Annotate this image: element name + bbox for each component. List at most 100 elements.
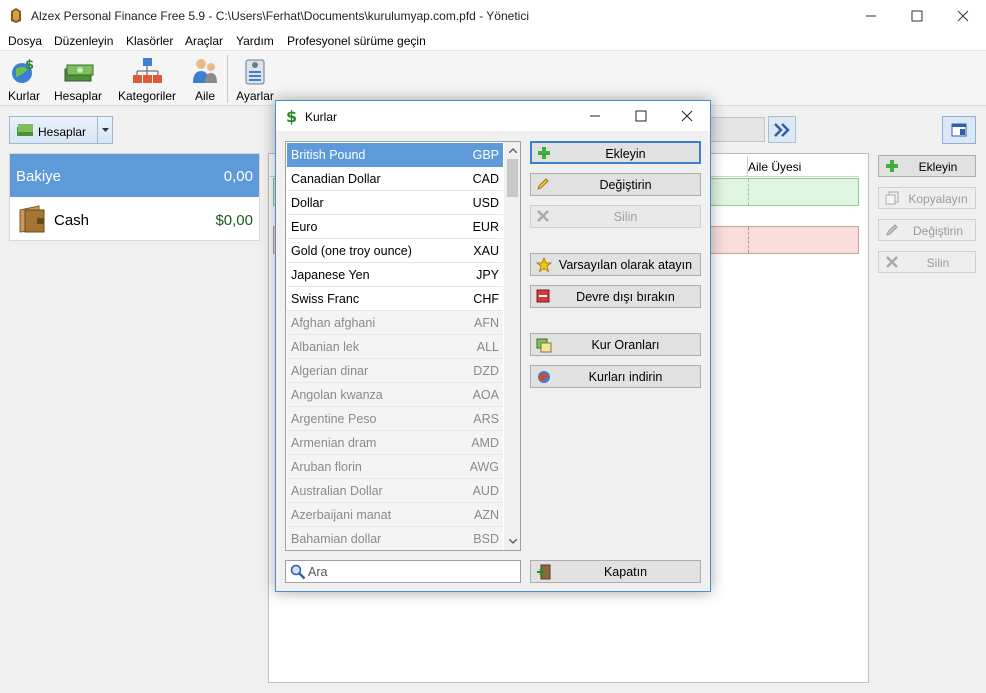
currency-list-item[interactable]: Dollar USD <box>287 191 503 215</box>
scroll-up-button[interactable] <box>504 142 520 159</box>
add-currency-label: Ekleyin <box>605 147 646 161</box>
currency-list-item[interactable]: Azerbaijani manat AZN <box>287 503 503 527</box>
dollar-icon: $ <box>286 107 297 125</box>
money-stack-icon <box>64 64 94 82</box>
currency-list-item[interactable]: Bahamian dollar BSD <box>287 527 503 550</box>
exchange-rates-button[interactable]: Kur Oranları <box>530 333 701 356</box>
currency-code: CHF <box>473 292 499 306</box>
disable-currency-button[interactable]: Devre dışı bırakın <box>530 285 701 308</box>
menu-edit[interactable]: Düzenleyin <box>54 34 113 48</box>
currency-name: Australian Dollar <box>291 484 383 498</box>
panel-layout-button[interactable] <box>942 116 976 144</box>
balance-row[interactable]: Bakiye 0,00 <box>10 154 259 197</box>
toolbar-currencies-button[interactable]: $ Kurlar <box>4 53 44 105</box>
maximize-icon <box>635 110 647 122</box>
maximize-button[interactable] <box>894 0 940 31</box>
menu-folders[interactable]: Klasörler <box>126 34 173 48</box>
toolbar-accounts-button[interactable]: Hesaplar <box>50 53 106 105</box>
currency-list-scrollbar[interactable] <box>504 142 520 550</box>
currency-code: EUR <box>472 220 499 234</box>
currency-name: Swiss Franc <box>291 292 360 306</box>
add-transaction-label: Ekleyin <box>918 160 958 174</box>
currency-code: ALL <box>476 340 499 354</box>
currency-search-input[interactable] <box>308 563 513 580</box>
menu-bar: Dosya Düzenleyin Klasörler Araçlar Yardı… <box>0 31 986 51</box>
balance-label: Bakiye <box>16 168 62 185</box>
delete-icon <box>886 256 898 268</box>
download-rates-button[interactable]: Kurları indirin <box>530 365 701 388</box>
currency-list-item[interactable]: Australian Dollar AUD <box>287 479 503 503</box>
settings-icon <box>245 59 265 85</box>
accounts-combo-dropdown[interactable] <box>97 117 113 143</box>
minimize-button[interactable] <box>848 0 894 31</box>
toolbar-settings-label: Ayarlar <box>236 89 274 103</box>
menu-file[interactable]: Dosya <box>8 34 42 48</box>
family-member-column-header[interactable]: Aile Üyesi <box>748 160 801 174</box>
toolbar-family-label: Aile <box>194 89 215 103</box>
currency-list-item[interactable]: Gold (one troy ounce) XAU <box>287 239 503 263</box>
currency-list-item[interactable]: Albanian lek ALL <box>287 335 503 359</box>
toolbar-categories-label: Kategoriler <box>117 89 177 103</box>
close-dialog-button[interactable]: Kapatın <box>530 560 701 583</box>
delete-transaction-button[interactable]: Silin <box>878 251 976 273</box>
copy-transaction-button[interactable]: Kopyalayın <box>878 187 976 209</box>
currency-list-item[interactable]: Aruban florin AWG <box>287 455 503 479</box>
currency-list-item[interactable]: Armenian dram AMD <box>287 431 503 455</box>
delete-currency-button[interactable]: Silin <box>530 205 701 228</box>
currency-list-item[interactable]: Angolan kwanza AOA <box>287 383 503 407</box>
dialog-close-button[interactable] <box>664 101 710 131</box>
account-row-cash[interactable]: Cash $0,00 <box>10 197 259 241</box>
currency-list-item[interactable]: British Pound GBP <box>287 143 503 167</box>
currency-list[interactable]: British Pound GBP Canadian Dollar CAD Dollar… <box>285 141 521 551</box>
window-title: Alzex Personal Finance Free 5.9 - C:\Use… <box>31 9 529 23</box>
add-currency-button[interactable]: Ekleyin <box>530 141 701 164</box>
add-transaction-button[interactable]: Ekleyin <box>878 155 976 177</box>
currency-name: British Pound <box>291 148 366 162</box>
currency-list-item[interactable]: Swiss Franc CHF <box>287 287 503 311</box>
currencies-dialog: $ Kurlar British Pound GBP Canadian Dollar… <box>275 100 711 592</box>
download-rates-label: Kurları indirin <box>588 370 663 384</box>
menu-help[interactable]: Yardım <box>236 34 274 48</box>
currency-code: AUD <box>472 484 499 498</box>
edit-currency-button[interactable]: Değiştirin <box>530 173 701 196</box>
currency-list-item[interactable]: Canadian Dollar CAD <box>287 167 503 191</box>
currency-name: Gold (one troy ounce) <box>291 244 412 258</box>
next-period-button[interactable] <box>768 116 796 143</box>
disable-currency-label: Devre dışı bırakın <box>576 290 675 304</box>
set-default-currency-button[interactable]: Varsayılan olarak atayın <box>530 253 701 276</box>
window-layout-icon <box>951 123 967 137</box>
dialog-minimize-button[interactable] <box>572 101 618 131</box>
currency-code: XAU <box>473 244 499 258</box>
dialog-title: Kurlar <box>305 110 338 124</box>
close-dialog-label: Kapatın <box>603 565 648 579</box>
currency-list-item[interactable]: Euro EUR <box>287 215 503 239</box>
star-icon <box>536 257 552 273</box>
accounts-view-combo[interactable]: Hesaplar <box>9 116 113 144</box>
accounts-list: Bakiye 0,00 Cash $0,00 <box>9 153 260 241</box>
toolbar-settings-button[interactable]: Ayarlar <box>233 53 277 105</box>
money-icon <box>17 124 33 136</box>
close-window-button[interactable] <box>940 0 986 31</box>
menu-upgrade[interactable]: Profesyonel sürüme geçin <box>287 34 426 48</box>
scroll-thumb[interactable] <box>507 159 518 197</box>
currency-search[interactable] <box>285 560 521 583</box>
pencil-icon <box>537 178 549 190</box>
cash-label: Cash <box>54 212 90 229</box>
toolbar-family-button[interactable]: Aile <box>188 53 222 105</box>
close-icon <box>681 110 693 122</box>
currency-list-item[interactable]: Argentine Peso ARS <box>287 407 503 431</box>
currency-list-item[interactable]: Afghan afghani AFN <box>287 311 503 335</box>
currency-name: Albanian lek <box>291 340 360 354</box>
scroll-down-button[interactable] <box>504 533 520 550</box>
currency-list-item[interactable]: Japanese Yen JPY <box>287 263 503 287</box>
currency-list-item[interactable]: Algerian dinar DZD <box>287 359 503 383</box>
exit-door-icon <box>537 564 551 580</box>
filter-field[interactable] <box>705 117 765 142</box>
currency-code: AFN <box>474 316 499 330</box>
dialog-maximize-button[interactable] <box>618 101 664 131</box>
menu-tools[interactable]: Araçlar <box>185 34 223 48</box>
toolbar-categories-button[interactable]: Kategoriler <box>113 53 181 105</box>
edit-transaction-button[interactable]: Değiştirin <box>878 219 976 241</box>
disable-icon <box>536 289 550 303</box>
svg-text:$: $ <box>286 107 297 125</box>
